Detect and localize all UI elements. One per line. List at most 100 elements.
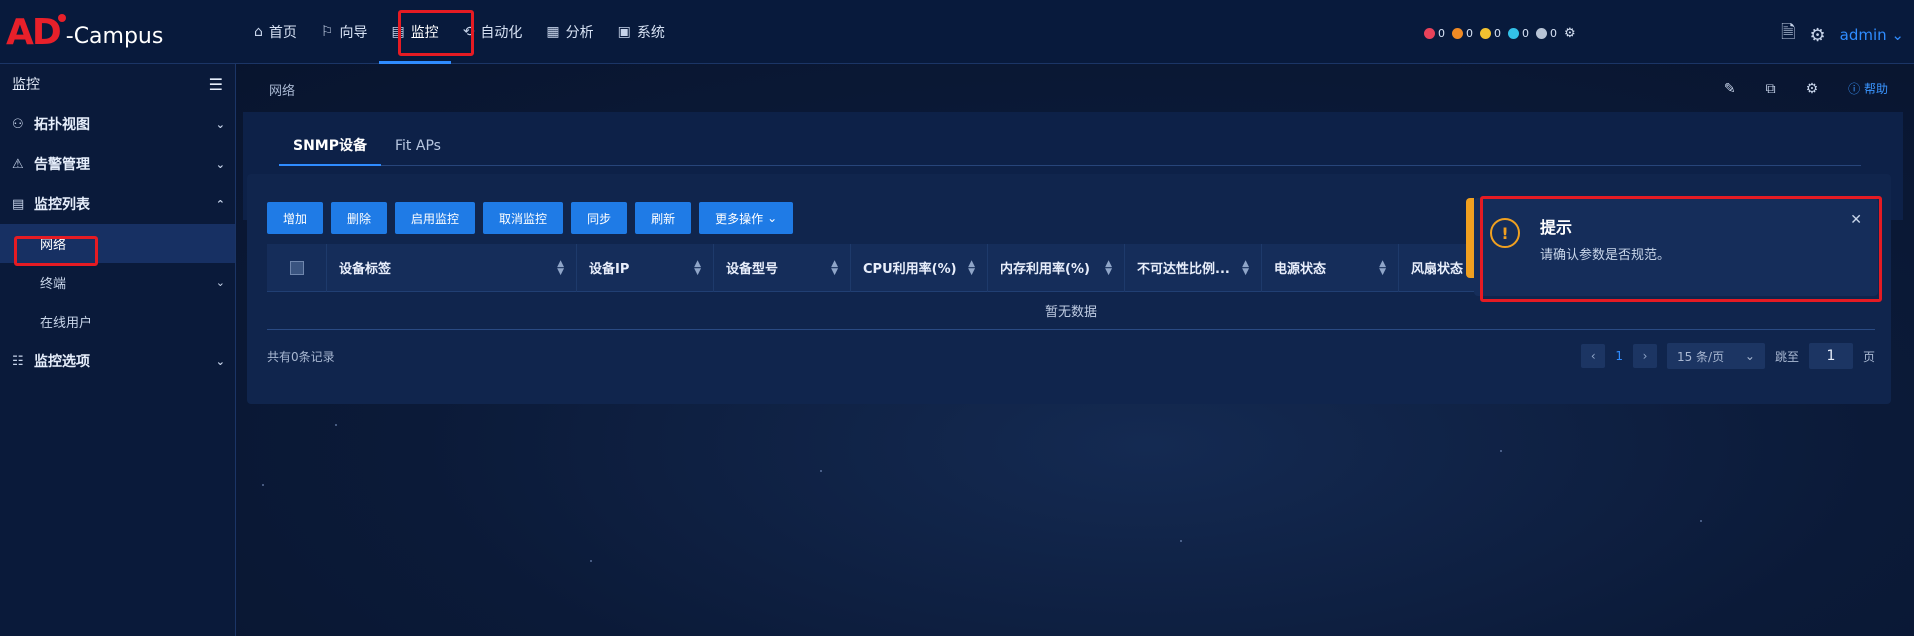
enable-monitor-button[interactable]: 启用监控	[395, 202, 476, 234]
select-all-checkbox[interactable]	[289, 260, 304, 275]
table-footer: 共有0条记录 ‹ 1 › 15 条/页 ⌄ 跳至 1 页	[267, 342, 1875, 370]
edit-icon[interactable]: ✎	[1724, 81, 1736, 97]
nav-label: 自动化	[480, 25, 523, 41]
sidebar-item-monitor-options[interactable]: ☷ 监控选项 ⌄	[0, 341, 235, 381]
sort-icon: ▲ ▼	[557, 258, 564, 277]
gear-icon[interactable]: ⚙	[1810, 25, 1826, 46]
goto-page-input[interactable]: 1	[1808, 343, 1853, 369]
prev-page-button[interactable]: ‹	[1581, 344, 1606, 368]
sort-icon: ▲ ▼	[968, 258, 975, 277]
alarm-summary[interactable]: 0 0 0 0 0 ⚙	[1424, 26, 1576, 41]
layout-icon[interactable]: ⧉	[1766, 81, 1776, 97]
page-suffix: 页	[1862, 349, 1875, 364]
sidebar-item-online-users[interactable]: 在线用户	[0, 302, 235, 341]
logo-mark: AD	[6, 11, 62, 53]
logo-dot	[58, 14, 66, 22]
sidebar-item-label: 终端	[40, 277, 67, 292]
chevron-down-icon: ⌄	[1744, 349, 1755, 363]
column-header[interactable]: 设备型号 ▲ ▼	[714, 243, 851, 292]
sort-icon: ▲ ▼	[1379, 258, 1386, 277]
sidebar-item-topology[interactable]: ⚇ 拓扑视图 ⌄	[0, 104, 235, 144]
column-label: 不可达性比例...	[1137, 262, 1230, 277]
column-header[interactable]: 设备IP ▲ ▼	[577, 243, 714, 292]
tab-fit-aps[interactable]: Fit APs	[381, 126, 455, 166]
chevron-up-icon: ⌃	[215, 197, 225, 211]
sidebar-item-terminal[interactable]: 终端 ⌄	[0, 263, 235, 302]
goto-label: 跳至	[1774, 349, 1799, 364]
sidebar-item-label: 监控选项	[34, 354, 90, 370]
delete-button[interactable]: 删除	[331, 202, 388, 234]
top-right-tools: 🗎 ⚙ admin ⌄	[1781, 20, 1904, 50]
select-all-cell	[267, 243, 327, 292]
next-page-button[interactable]: ›	[1632, 344, 1657, 368]
document-icon[interactable]: 🗎	[1781, 20, 1795, 50]
alarm-count: 0	[1466, 27, 1473, 40]
nav-home[interactable]: ⌂ 首页	[242, 0, 309, 64]
info-alarm-icon	[1536, 28, 1547, 39]
alarm-count: 0	[1522, 27, 1529, 40]
sidebar-item-label: 告警管理	[34, 157, 90, 173]
action-toolbar: 增加 删除 启用监控 取消监控 同步 刷新 更多操作 ⌄	[267, 202, 794, 234]
refresh-button[interactable]: 刷新	[635, 202, 692, 234]
nav-label: 向导	[339, 25, 368, 41]
username: admin	[1839, 26, 1887, 44]
column-header[interactable]: 内存利用率(%) ▲ ▼	[988, 243, 1125, 292]
system-icon: ▣	[617, 24, 631, 40]
cancel-monitor-button[interactable]: 取消监控	[483, 202, 564, 234]
add-button[interactable]: 增加	[267, 202, 324, 234]
collapse-sidebar-icon[interactable]: ☰	[209, 75, 223, 94]
alarm-count: 0	[1494, 27, 1501, 40]
page-size-select[interactable]: 15 条/页 ⌄	[1666, 343, 1765, 369]
page-size-value: 15 条/页	[1676, 349, 1725, 364]
home-icon: ⌂	[254, 24, 263, 40]
nav-label: 分析	[565, 25, 594, 41]
column-label: 电源状态	[1274, 262, 1327, 277]
column-header[interactable]: 不可达性比例... ▲ ▼	[1125, 243, 1262, 292]
current-page[interactable]: 1	[1615, 349, 1623, 363]
sort-icon: ▲ ▼	[831, 258, 838, 277]
chevron-down-icon: ⌄	[215, 117, 225, 131]
column-label: 设备型号	[726, 262, 779, 277]
sort-icon: ▲ ▼	[694, 258, 701, 277]
major-alarm-icon	[1452, 28, 1463, 39]
highlight-sidebar-network	[14, 236, 98, 266]
tab-bar: SNMP设备 Fit APs	[279, 126, 1861, 166]
main-content: 网络 ✎ ⧉ ⚙ ⓘ 帮助 SNMP设备 Fit APs 增加 删除 启用监控 …	[237, 64, 1914, 636]
record-count: 共有0条记录	[267, 349, 335, 364]
tab-snmp-devices[interactable]: SNMP设备	[279, 126, 381, 166]
help-link[interactable]: ⓘ 帮助	[1848, 80, 1888, 97]
chevron-down-icon: ⌄	[215, 354, 225, 368]
toast-accent-bar	[1466, 198, 1474, 278]
settings-icon[interactable]: ⚙	[1806, 81, 1819, 97]
column-header[interactable]: 设备标签 ▲ ▼	[327, 243, 577, 292]
breadcrumb: 网络	[269, 84, 296, 99]
minor-alarm-icon	[1480, 28, 1491, 39]
column-label: CPU利用率(%)	[863, 262, 957, 277]
alarm-count: 0	[1438, 27, 1445, 40]
product-name: -Campus	[65, 23, 164, 49]
more-actions-button[interactable]: 更多操作 ⌄	[699, 202, 794, 234]
nav-label: 首页	[268, 25, 297, 41]
page-tools: ✎ ⧉ ⚙ ⓘ 帮助	[1724, 80, 1888, 97]
highlight-nav-monitor	[398, 10, 474, 56]
nav-analysis[interactable]: ▦ 分析	[534, 0, 605, 64]
more-actions-label: 更多操作	[715, 211, 764, 226]
sidebar-item-monitor-list[interactable]: ▤ 监控列表 ⌃	[0, 184, 235, 224]
logo[interactable]: AD -Campus	[6, 10, 163, 54]
nav-system[interactable]: ▣ 系统	[606, 0, 677, 64]
alarm-settings-icon[interactable]: ⚙	[1564, 26, 1576, 41]
alarm-count: 0	[1550, 27, 1557, 40]
user-menu[interactable]: admin ⌄	[1840, 26, 1904, 44]
chevron-down-icon: ⌄	[215, 157, 225, 171]
list-icon: ▤	[12, 196, 25, 212]
sidebar-item-alarm-management[interactable]: ⚠ 告警管理 ⌄	[0, 144, 235, 184]
sidebar-item-label: 拓扑视图	[34, 117, 90, 133]
highlight-toast	[1480, 196, 1882, 302]
column-label: 设备标签	[339, 262, 392, 277]
nav-guide[interactable]: ⚐ 向导	[309, 0, 380, 64]
critical-alarm-icon	[1424, 28, 1435, 39]
sync-button[interactable]: 同步	[571, 202, 628, 234]
column-header[interactable]: CPU利用率(%) ▲ ▼	[851, 243, 988, 292]
column-header[interactable]: 电源状态 ▲ ▼	[1262, 243, 1399, 292]
nav-label: 系统	[636, 25, 665, 41]
